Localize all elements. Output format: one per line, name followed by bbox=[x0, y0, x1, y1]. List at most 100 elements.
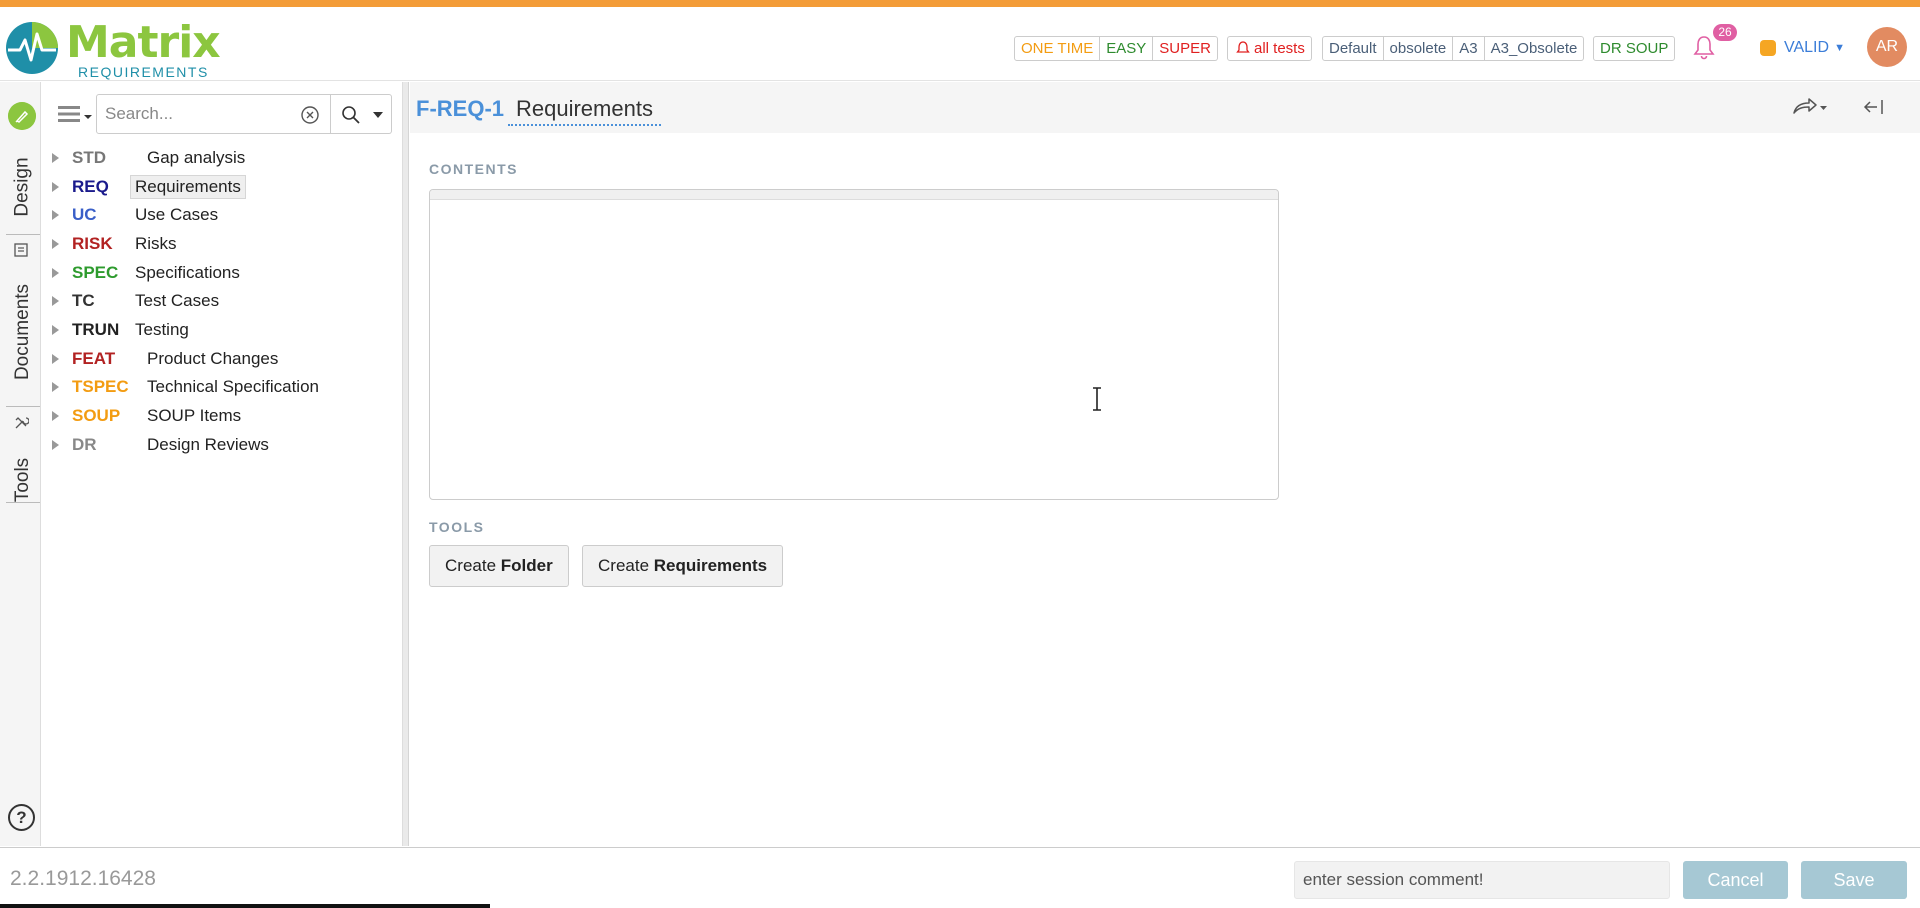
item-title[interactable]: Requirements bbox=[508, 96, 661, 126]
side-tab-rail: Design Documents Tools ? bbox=[0, 82, 41, 846]
tree-item-tspec[interactable]: TSPEC Technical Specification bbox=[42, 373, 402, 400]
tree-item-label: Product Changes bbox=[147, 349, 279, 368]
tree-item-spec[interactable]: SPEC Specifications bbox=[42, 259, 402, 286]
tab-tools[interactable]: Tools bbox=[6, 440, 40, 520]
tag-a3[interactable]: A3 bbox=[1453, 36, 1485, 61]
status-dropdown[interactable]: VALID ▼ bbox=[1760, 37, 1845, 59]
collapse-panel-icon[interactable] bbox=[1862, 96, 1886, 118]
tree-item-feat[interactable]: FEAT Product Changes bbox=[42, 345, 402, 372]
tag-a3-obsolete[interactable]: A3_Obsolete bbox=[1484, 36, 1585, 61]
tree-item-dr[interactable]: DR Design Reviews bbox=[42, 431, 402, 458]
tree-item-label: Technical Specification bbox=[147, 377, 319, 396]
tree-item-code: TC bbox=[72, 291, 95, 310]
help-icon[interactable]: ? bbox=[8, 804, 35, 831]
tag-default[interactable]: Default bbox=[1322, 36, 1384, 61]
create-folder-bold: Folder bbox=[500, 556, 553, 575]
tag-all-tests[interactable]: all tests bbox=[1227, 36, 1312, 61]
editor-toolbar bbox=[430, 190, 1278, 200]
expand-icon[interactable] bbox=[52, 325, 59, 335]
notification-bell-icon[interactable] bbox=[1692, 35, 1716, 61]
expand-icon[interactable] bbox=[52, 182, 59, 192]
chevron-down-icon: ▼ bbox=[1834, 42, 1845, 54]
tag-all-tests-label: all tests bbox=[1254, 40, 1305, 57]
tree-item-std[interactable]: STD Gap analysis bbox=[42, 144, 402, 171]
tree-item-label: Test Cases bbox=[135, 291, 220, 310]
contents-editor[interactable] bbox=[429, 189, 1279, 500]
expand-icon[interactable] bbox=[52, 296, 59, 306]
create-requirements-bold: Requirements bbox=[653, 556, 768, 575]
status-color-indicator bbox=[1760, 40, 1776, 56]
create-folder-prefix: Create bbox=[445, 556, 497, 575]
text-cursor-icon bbox=[1093, 387, 1101, 411]
search-box bbox=[96, 94, 331, 134]
hamburger-menu-icon bbox=[58, 106, 92, 122]
expand-icon[interactable] bbox=[52, 354, 59, 364]
tree-item-code: DR bbox=[72, 435, 97, 454]
panel-splitter[interactable] bbox=[403, 82, 409, 846]
tab-documents-label: Documents bbox=[12, 283, 34, 381]
save-button[interactable]: Save bbox=[1801, 861, 1907, 899]
tree-item-code: FEAT bbox=[72, 349, 116, 368]
search-button[interactable] bbox=[331, 94, 392, 134]
footer-bar: 2.2.1912.16428 Cancel Save bbox=[0, 847, 1920, 908]
tree-item-label: Use Cases bbox=[135, 205, 219, 224]
tree-item-tc[interactable]: TC Test Cases bbox=[42, 287, 402, 314]
accent-strip bbox=[0, 0, 1920, 7]
tree-item-label: Testing bbox=[135, 320, 189, 339]
expand-icon[interactable] bbox=[52, 210, 59, 220]
tag-dr-soup[interactable]: DR SOUP bbox=[1593, 36, 1676, 61]
tag-obsolete[interactable]: obsolete bbox=[1383, 36, 1454, 61]
expand-icon[interactable] bbox=[52, 153, 59, 163]
documents-icon[interactable] bbox=[13, 242, 29, 258]
user-avatar[interactable]: AR bbox=[1867, 27, 1907, 67]
tree-item-code: SOUP bbox=[72, 406, 121, 425]
tree-item-code: RISK bbox=[72, 234, 113, 253]
tree-item-trun[interactable]: TRUN Testing bbox=[42, 316, 402, 343]
tree-item-uc[interactable]: UC Use Cases bbox=[42, 201, 402, 228]
expand-icon[interactable] bbox=[52, 382, 59, 392]
session-comment-input[interactable] bbox=[1294, 861, 1670, 899]
item-id: F-REQ-1 bbox=[416, 96, 504, 121]
expand-icon[interactable] bbox=[52, 411, 59, 421]
create-folder-button[interactable]: Create Folder bbox=[429, 545, 569, 587]
tag-super[interactable]: SUPER bbox=[1153, 36, 1218, 61]
dr-soup-filter: DR SOUP bbox=[1593, 36, 1676, 61]
share-icon[interactable] bbox=[1790, 96, 1830, 118]
tree-item-label: Specifications bbox=[135, 263, 240, 282]
tree-item-risk[interactable]: RISK Risks bbox=[42, 230, 402, 257]
tree-item-label: Risks bbox=[135, 234, 177, 253]
label-filter-group-2: Default obsolete A3 A3_Obsolete bbox=[1322, 36, 1585, 61]
tree-item-req[interactable]: REQ Requirements bbox=[42, 173, 402, 200]
version-label: 2.2.1912.16428 bbox=[10, 867, 156, 890]
expand-icon[interactable] bbox=[52, 239, 59, 249]
tree-item-code: REQ bbox=[72, 177, 109, 196]
expand-icon[interactable] bbox=[52, 440, 59, 450]
tab-design[interactable]: Design bbox=[6, 142, 40, 232]
tree-item-code: STD bbox=[72, 148, 106, 167]
tree-toolbar bbox=[52, 94, 392, 134]
design-brush-icon[interactable] bbox=[8, 102, 36, 130]
tab-documents[interactable]: Documents bbox=[6, 267, 40, 397]
create-requirements-button[interactable]: Create Requirements bbox=[582, 545, 784, 587]
rail-divider bbox=[6, 502, 40, 503]
tree-item-code: SPEC bbox=[72, 263, 119, 282]
tools-section-label: TOOLS bbox=[429, 519, 485, 535]
tools-icon[interactable] bbox=[13, 415, 29, 431]
tab-design-label: Design bbox=[12, 157, 33, 217]
tree-item-soup[interactable]: SOUP SOUP Items bbox=[42, 402, 402, 429]
all-tests-filter: all tests bbox=[1227, 36, 1312, 61]
matrix-logo[interactable]: Matrix REQUIREMENTS bbox=[4, 15, 224, 81]
tag-one-time[interactable]: ONE TIME bbox=[1014, 36, 1101, 61]
label-filter-group-1: ONE TIME EASY SUPER bbox=[1014, 36, 1218, 61]
tree-item-label: Gap analysis bbox=[147, 148, 246, 167]
clear-search-icon[interactable] bbox=[300, 105, 320, 125]
brand-name: Matrix bbox=[66, 17, 221, 68]
tree-menu-button[interactable] bbox=[52, 94, 96, 134]
cancel-button[interactable]: Cancel bbox=[1683, 861, 1788, 899]
expand-icon[interactable] bbox=[52, 268, 59, 278]
search-options-chevron-down-icon[interactable] bbox=[373, 112, 383, 118]
tag-easy[interactable]: EASY bbox=[1100, 36, 1154, 61]
brand-subtitle: REQUIREMENTS bbox=[78, 64, 209, 80]
rail-divider bbox=[6, 234, 40, 235]
search-input[interactable] bbox=[105, 102, 285, 126]
